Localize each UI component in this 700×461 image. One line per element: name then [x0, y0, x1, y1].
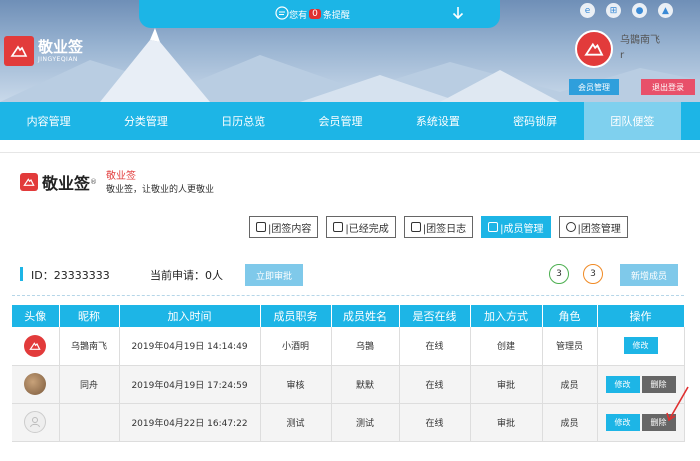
ie-browser-icon[interactable]: e	[580, 3, 595, 18]
col-actions: 操作	[597, 305, 685, 327]
cloud-logo-icon	[4, 36, 34, 66]
col-join-time: 加入时间	[119, 305, 261, 327]
team-logo-text: 敬业签	[42, 174, 91, 193]
notice-prefix: 您有	[289, 10, 308, 21]
job-cell: 审核	[260, 365, 332, 404]
default-avatar-icon	[24, 411, 47, 433]
completed-button[interactable]: |已经完成	[326, 216, 396, 238]
col-nickname: 昵称	[59, 305, 120, 327]
registered-mark: ®	[90, 178, 98, 186]
team-logo: 敬业签 ®	[20, 170, 97, 194]
member-avatar	[24, 373, 47, 395]
team-title[interactable]: 敬业签	[106, 167, 136, 182]
nav-calendar[interactable]: 日历总览	[195, 102, 292, 140]
team-log-button[interactable]: |团签日志	[403, 216, 474, 238]
edit-button[interactable]: 修改	[605, 413, 640, 431]
col-online: 是否在线	[399, 305, 471, 327]
nav-team-notes[interactable]: 团队便签	[583, 102, 682, 140]
arrow-down-icon[interactable]	[452, 6, 464, 20]
approve-now-button[interactable]: 立即审批	[245, 264, 303, 286]
team-panel: 敬业签 ® 敬业签 敬业签，让敬业的人更敬业 |团签内容 |已经完成 |团签日志…	[0, 152, 700, 461]
user-icon	[488, 222, 499, 232]
nickname-cell	[59, 403, 120, 442]
table-row: 同舟 2019年04月19日 17:24:59 审核 默默 在线 审批 成员 修…	[12, 365, 685, 404]
role-cell: 管理员	[542, 327, 598, 366]
join-time-cell: 2019年04月22日 16:47:22	[119, 403, 261, 442]
notification-bar[interactable]: 您有 0 条提醒	[139, 0, 500, 28]
brand-name: 敬业签	[38, 37, 84, 56]
join-time-cell: 2019年04月19日 17:24:59	[119, 365, 261, 404]
role-cell: 成员	[542, 403, 598, 442]
android-icon[interactable]: ▲	[658, 3, 673, 18]
log-icon	[410, 222, 421, 232]
windows-icon[interactable]: ⊞	[606, 3, 621, 18]
nav-category[interactable]: 分类管理	[97, 102, 194, 140]
notice-suffix: 条提醒	[322, 10, 350, 21]
add-member-button[interactable]: 新增成员	[620, 264, 678, 286]
join-method-cell: 审批	[470, 403, 543, 442]
member-management-button[interactable]: 会员管理	[569, 79, 619, 95]
join-time-cell: 2019年04月19日 14:14:49	[119, 327, 261, 366]
member-manage-button[interactable]: |成员管理	[481, 216, 551, 238]
member-table: 头像 昵称 加入时间 成员职务 成员姓名 是否在线 加入方式 角色 操作 乌鵲南…	[12, 305, 685, 442]
annotation-arrow-icon	[666, 386, 689, 422]
name-cell: 乌鵲	[331, 327, 400, 366]
table-row: 乌鵲南飞 2019年04月19日 14:14:49 小酒明 乌鵲 在线 创建 管…	[12, 327, 685, 366]
header-banner: 敬业签 JINGYEQIAN 您有 0 条提醒 e ⊞ ● ▲ 乌鵲南飞 r 会…	[0, 0, 700, 102]
col-join-method: 加入方式	[470, 305, 543, 327]
name-cell: 测试	[331, 403, 400, 442]
message-icon	[275, 6, 289, 20]
nav-members[interactable]: 会员管理	[292, 102, 389, 140]
team-content-button[interactable]: |团签内容	[249, 216, 319, 238]
name-cell: 默默	[331, 365, 400, 404]
dashed-divider	[12, 295, 684, 296]
cloud-logo-icon	[20, 173, 38, 191]
team-manage-button[interactable]: |团签管理	[558, 216, 628, 238]
user-name: 乌鵲南飞	[620, 35, 660, 46]
brand-logo[interactable]: 敬业签 JINGYEQIAN	[4, 36, 90, 66]
nav-lock-screen[interactable]: 密码锁屏	[486, 102, 583, 140]
logout-button[interactable]: 退出登录	[641, 79, 695, 95]
nickname-cell: 同舟	[59, 365, 120, 404]
table-row: 2019年04月22日 16:47:22 测试 测试 在线 审批 成员 修改 删除	[12, 403, 685, 442]
job-cell: 测试	[260, 403, 332, 442]
col-avatar: 头像	[12, 305, 60, 327]
edit-button[interactable]: 修改	[605, 375, 640, 393]
role-cell: 成员	[542, 365, 598, 404]
col-name: 成员姓名	[331, 305, 400, 327]
check-box-icon	[333, 222, 344, 232]
col-job: 成员职务	[260, 305, 332, 327]
job-cell: 小酒明	[260, 327, 332, 366]
online-cell: 在线	[399, 403, 471, 442]
team-id: ID：23333333	[31, 269, 110, 282]
brand-subtitle: JINGYEQIAN	[38, 55, 78, 63]
team-subtitle: 敬业签，让敬业的人更敬业	[106, 185, 215, 195]
join-method-cell: 审批	[470, 365, 543, 404]
main-nav: 内容管理 分类管理 日历总览 会员管理 系统设置 密码锁屏 团队便签	[0, 102, 700, 140]
apple-icon[interactable]: ●	[632, 3, 647, 18]
online-cell: 在线	[399, 365, 471, 404]
col-role: 角色	[542, 305, 598, 327]
gear-icon	[565, 222, 576, 232]
info-bar: ID：23333333 当前申请：0人 立即审批 3 3 新增成员	[20, 264, 683, 288]
join-method-cell: 创建	[470, 327, 543, 366]
nickname-cell: 乌鵲南飞	[59, 327, 120, 366]
user-id: r	[620, 50, 625, 61]
green-count-badge: 3	[549, 264, 569, 284]
orange-count-badge: 3	[583, 264, 603, 284]
user-avatar[interactable]	[575, 30, 613, 68]
section-marker	[20, 267, 23, 281]
notice-count-badge: 0	[309, 9, 321, 19]
online-cell: 在线	[399, 327, 471, 366]
nav-settings[interactable]: 系统设置	[389, 102, 486, 140]
nav-content[interactable]: 内容管理	[0, 102, 97, 140]
grid-icon	[256, 222, 266, 232]
member-avatar	[24, 334, 47, 357]
edit-button[interactable]: 修改	[623, 337, 658, 355]
pending-applications: 当前申请：0人	[150, 269, 223, 282]
